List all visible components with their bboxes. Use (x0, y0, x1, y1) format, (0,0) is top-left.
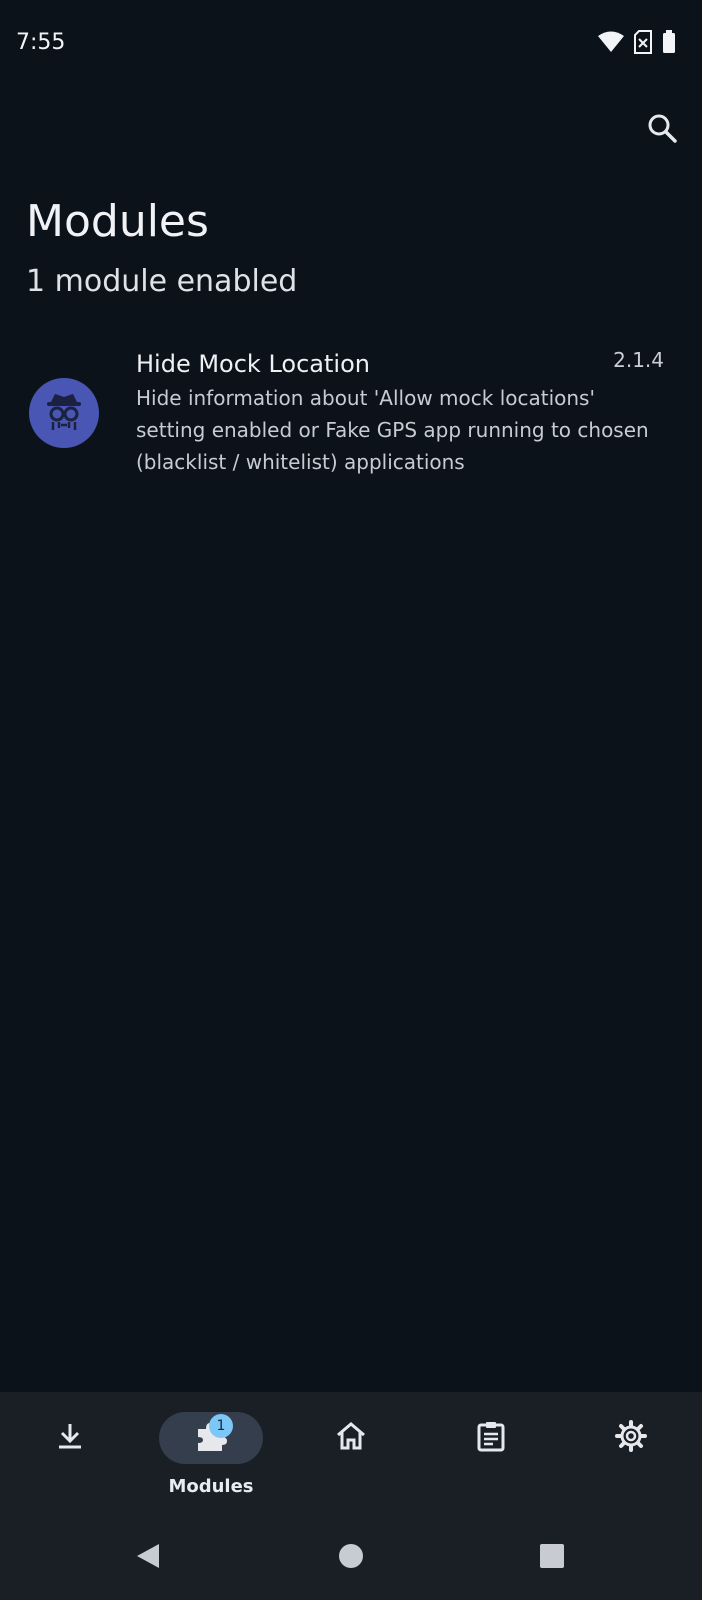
status-bar: 7:55 (0, 0, 702, 88)
module-name: Hide Mock Location (136, 350, 370, 378)
page-title: Modules (26, 196, 209, 247)
top-app-bar (0, 88, 702, 168)
status-time: 7:55 (16, 30, 66, 55)
home-circle-icon (338, 1543, 364, 1573)
module-avatar (29, 378, 99, 448)
sim-off-icon (634, 30, 652, 54)
home-icon (335, 1421, 367, 1455)
nav-label-modules: Modules (168, 1476, 254, 1497)
nav-pill (579, 1412, 683, 1464)
nav-item-repository[interactable] (0, 1392, 140, 1516)
nav-item-home[interactable] (281, 1392, 421, 1516)
search-button[interactable] (640, 108, 684, 152)
status-icons (598, 30, 676, 54)
system-recents-button[interactable] (532, 1538, 572, 1578)
wifi-icon (598, 31, 624, 53)
module-version: 2.1.4 (613, 348, 664, 372)
nav-pill (439, 1412, 543, 1464)
page-subtitle: 1 module enabled (26, 264, 298, 299)
system-navigation-bar (0, 1516, 702, 1600)
clipboard-icon (476, 1420, 506, 1456)
module-description: Hide information about 'Allow mock locat… (136, 386, 649, 474)
bottom-navigation: 1 Modules (0, 1392, 702, 1516)
modules-count-badge: 1 (209, 1414, 233, 1438)
search-icon (647, 113, 677, 147)
nav-pill (299, 1412, 403, 1464)
nav-item-settings[interactable] (561, 1392, 701, 1516)
nav-item-logs[interactable] (421, 1392, 561, 1516)
back-icon (135, 1542, 161, 1574)
gear-icon (615, 1420, 647, 1456)
download-icon (56, 1421, 84, 1455)
spy-icon (41, 388, 87, 438)
system-back-button[interactable] (128, 1538, 168, 1578)
nav-pill (18, 1412, 122, 1464)
module-list-item[interactable]: Hide Mock Location 2.1.4 Hide informatio… (0, 338, 702, 488)
nav-item-modules[interactable]: 1 Modules (141, 1392, 281, 1516)
recents-icon (539, 1543, 565, 1573)
system-home-button[interactable] (331, 1538, 371, 1578)
battery-icon (662, 30, 676, 54)
